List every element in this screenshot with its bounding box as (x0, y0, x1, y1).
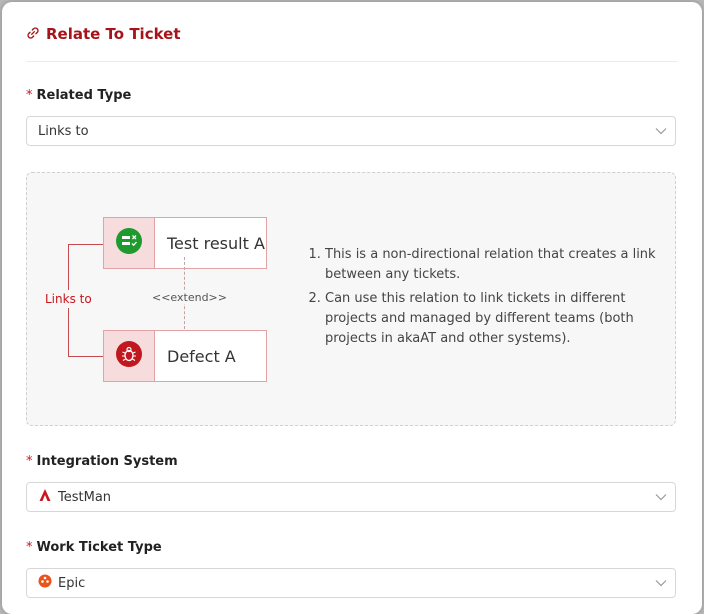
work-ticket-type-select[interactable]: Epic (26, 568, 676, 598)
related-type-select[interactable]: Links to (26, 116, 676, 146)
header-divider (26, 61, 678, 62)
link-icon (26, 25, 40, 44)
work-ticket-type-label: * Work Ticket Type (26, 540, 162, 555)
relation-label: Links to (41, 290, 96, 308)
relation-diagram: Links to Test result A <<extend>> Defect… (26, 172, 676, 426)
extend-label: <<extend>> (149, 291, 230, 304)
work-ticket-type-value: Epic (58, 575, 86, 591)
ticket-test-result: Test result A (103, 217, 267, 269)
integration-system-value: TestMan (58, 489, 112, 505)
ticket-bottom-label: Defect A (167, 346, 236, 366)
chevron-down-icon (647, 127, 675, 135)
related-type-label-text: Related Type (36, 88, 132, 103)
note-item: Can use this relation to link tickets in… (325, 289, 675, 349)
testman-logo-icon (38, 488, 52, 506)
relation-notes: This is a non-directional relation that … (309, 245, 675, 353)
required-mark: * (26, 454, 33, 469)
note-item: This is a non-directional relation that … (325, 245, 675, 285)
required-mark: * (26, 88, 33, 103)
dialog-title: Relate To Ticket (46, 25, 181, 43)
required-mark: * (26, 540, 33, 555)
related-type-label: * Related Type (26, 88, 131, 103)
chevron-down-icon (647, 493, 675, 501)
bug-icon (115, 340, 143, 372)
integration-system-label-text: Integration System (36, 454, 178, 469)
ticket-top-label: Test result A (167, 233, 265, 253)
integration-system-select[interactable]: TestMan (26, 482, 676, 512)
test-result-icon (115, 227, 143, 259)
epic-icon (38, 574, 52, 592)
work-ticket-type-label-text: Work Ticket Type (36, 540, 162, 555)
related-type-value: Links to (38, 123, 89, 139)
ticket-defect: Defect A (103, 330, 267, 382)
integration-system-label: * Integration System (26, 454, 178, 469)
relate-to-ticket-dialog: Relate To Ticket * Related Type Links to… (2, 2, 702, 614)
dialog-header: Relate To Ticket (26, 22, 181, 46)
chevron-down-icon (647, 579, 675, 587)
